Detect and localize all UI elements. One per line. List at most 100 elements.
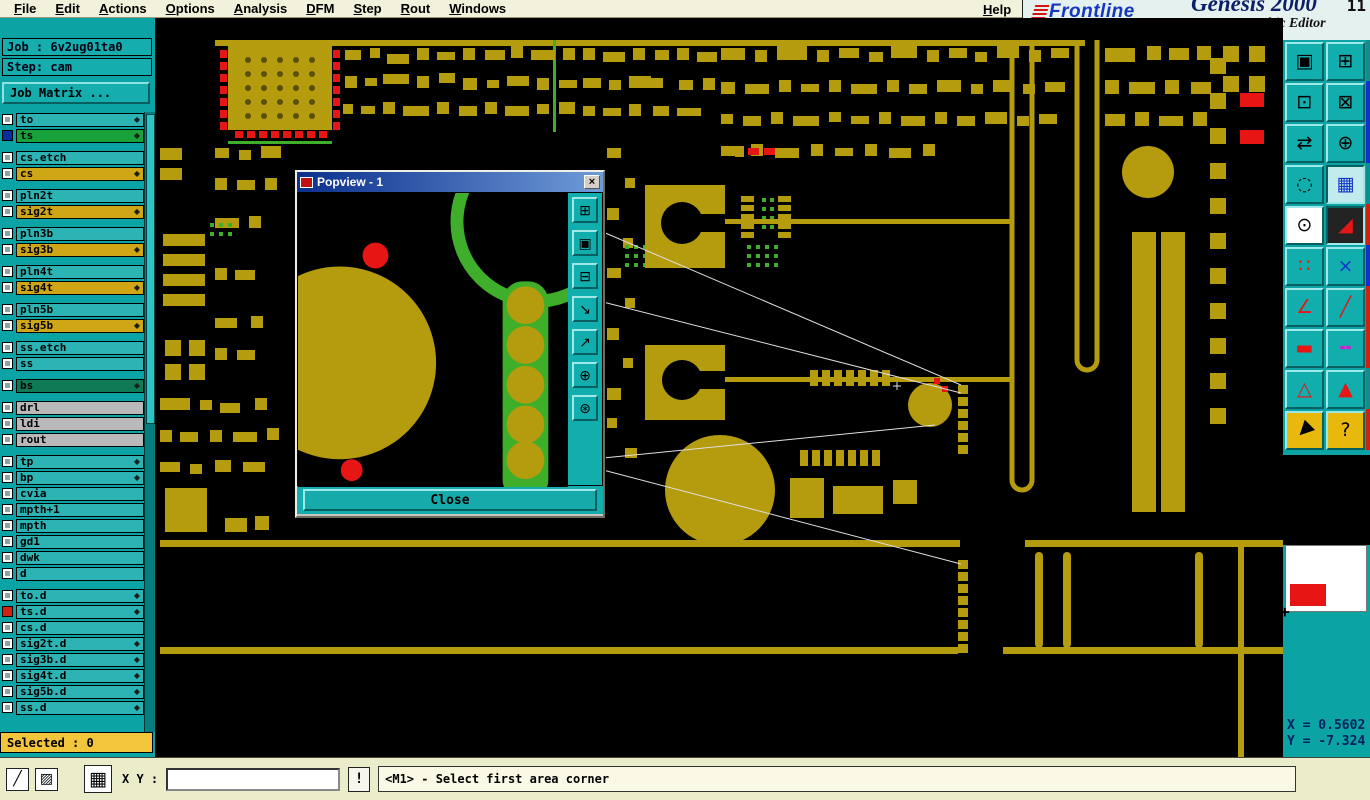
layer-visibility-checkbox[interactable] [2,536,13,547]
layer-label[interactable]: sig2t.d ◆ [16,636,144,651]
layer-label[interactable]: pln3b ◆ [16,226,144,241]
layer-visibility-checkbox[interactable] [2,488,13,499]
popview-zoom-in-button[interactable]: ↘ [572,296,599,322]
layer-label[interactable]: bs ◆ [16,378,144,393]
menu-edit[interactable]: Edit [55,1,80,16]
layer-row[interactable]: sig3b.d ◆ [2,652,144,667]
layer-label[interactable]: cs.d ◆ [16,620,144,635]
layer-label[interactable]: pln2t ◆ [16,188,144,203]
highlight-net-button[interactable]: ∷ [1285,247,1324,286]
layer-label[interactable]: pln4t ◆ [16,264,144,279]
layer-visibility-checkbox[interactable] [2,654,13,665]
layer-row[interactable]: ss ◆ [2,356,144,371]
menu-options[interactable]: Options [166,1,215,16]
layer-visibility-checkbox[interactable] [2,670,13,681]
layer-visibility-checkbox[interactable] [2,342,13,353]
xy-input[interactable] [166,767,341,791]
layer-visibility-checkbox[interactable] [2,520,13,531]
job-matrix-button[interactable]: Job Matrix ... [2,82,150,104]
popview-zoom-out-button[interactable]: ↗ [572,329,599,355]
screen-redraw-button[interactable]: ▣ [1285,42,1324,81]
layer-row[interactable]: to ◆ [2,112,144,127]
clear-highlight-button[interactable]: × [1326,247,1365,286]
layer-label[interactable]: d ◆ [16,566,144,581]
popview-close-x-button[interactable]: × [584,175,600,189]
layer-label[interactable]: cs ◆ [16,166,144,181]
layer-visibility-checkbox[interactable] [2,402,13,413]
popview-center-button[interactable]: ⊛ [572,395,599,421]
layer-row[interactable]: sig5b.d ◆ [2,684,144,699]
menu-analysis[interactable]: Analysis [234,1,287,16]
popview-pan-button[interactable]: ⊕ [572,362,599,388]
zoom-center-button[interactable]: ⊕ [1326,124,1365,163]
layer-label[interactable]: bp ◆ [16,470,144,485]
layer-visibility-checkbox[interactable] [2,244,13,255]
overview-window[interactable]: + [1280,545,1367,621]
layer-visibility-checkbox[interactable] [2,320,13,331]
layer-label[interactable]: sig5b.d ◆ [16,684,144,699]
menu-actions[interactable]: Actions [99,1,147,16]
layer-row[interactable]: pln3b ◆ [2,226,144,241]
layer-label[interactable]: tp ◆ [16,454,144,469]
layer-row[interactable]: ss.d ◆ [2,700,144,715]
layer-label[interactable]: ts ◆ [16,128,144,143]
layer-visibility-checkbox[interactable] [2,456,13,467]
popview-screen-button[interactable]: ▣ [572,230,599,256]
layer-row[interactable]: sig3b ◆ [2,242,144,257]
layer-label[interactable]: dwk ◆ [16,550,144,565]
menu-step[interactable]: Step [353,1,381,16]
layer-row[interactable]: cs ◆ [2,166,144,181]
layer-visibility-checkbox[interactable] [2,304,13,315]
menu-windows[interactable]: Windows [449,1,506,16]
dashed-line-button[interactable]: ╍ [1326,329,1365,368]
layer-label[interactable]: pln5b ◆ [16,302,144,317]
view-exchange-button[interactable]: ⇄ [1285,124,1324,163]
layer-row[interactable]: ts ◆ [2,128,144,143]
layer-visibility-checkbox[interactable] [2,504,13,515]
zoom-window-button[interactable]: ⊡ [1285,83,1324,122]
layer-row[interactable]: ss.etch ◆ [2,340,144,355]
popview-titlebar[interactable]: Popview - 1 × [297,172,603,192]
layer-list-scrollbar[interactable] [144,112,155,732]
triangle-marker-button[interactable]: ▲ [1326,370,1365,409]
layer-label[interactable]: to ◆ [16,112,144,127]
alert-button[interactable]: ! [348,766,371,792]
layer-row[interactable]: sig5b ◆ [2,318,144,333]
layer-visibility-checkbox[interactable] [2,190,13,201]
previous-view-button[interactable]: ◌ [1285,165,1324,204]
layer-label[interactable]: sig3b.d ◆ [16,652,144,667]
origin-select-button[interactable]: ⊙ [1285,206,1324,245]
grid-toggle-button[interactable]: ▦ [1326,165,1365,204]
menu-dfm[interactable]: DFM [306,1,334,16]
layer-visibility-checkbox[interactable] [2,552,13,563]
layer-label[interactable]: ss.etch ◆ [16,340,144,355]
layer-visibility-checkbox[interactable] [2,380,13,391]
grid-table-button[interactable]: ▦ [84,765,112,793]
layer-label[interactable]: cvia ◆ [16,486,144,501]
layer-visibility-checkbox[interactable] [2,168,13,179]
layer-row[interactable]: ldi ◆ [2,416,144,431]
layer-row[interactable]: pln2t ◆ [2,188,144,203]
layer-label[interactable]: mpth ◆ [16,518,144,533]
popview-monitor-button[interactable]: ⊟ [572,263,599,289]
pointer-query-button[interactable]: ? [1326,411,1365,450]
layer-row[interactable]: cs.etch ◆ [2,150,144,165]
layer-label[interactable]: drl ◆ [16,400,144,415]
zoom-out-button[interactable]: ⊠ [1326,83,1365,122]
layer-row[interactable]: bp ◆ [2,470,144,485]
layer-row[interactable]: rout ◆ [2,432,144,447]
layer-visibility-checkbox[interactable] [2,702,13,713]
layer-row[interactable]: dwk ◆ [2,550,144,565]
layer-visibility-checkbox[interactable] [2,114,13,125]
layer-label[interactable]: ldi ◆ [16,416,144,431]
menu-help[interactable]: Help [983,2,1011,17]
layer-row[interactable]: mpth ◆ [2,518,144,533]
layer-visibility-checkbox[interactable] [2,130,13,141]
layer-label[interactable]: ts.d ◆ [16,604,144,619]
layer-row[interactable]: sig4t ◆ [2,280,144,295]
layer-row[interactable]: d ◆ [2,566,144,581]
layer-row[interactable]: sig2t ◆ [2,204,144,219]
popview-window-button[interactable]: ⊞ [572,197,599,223]
layer-row[interactable]: bs ◆ [2,378,144,393]
layer-label[interactable]: gd1 ◆ [16,534,144,549]
